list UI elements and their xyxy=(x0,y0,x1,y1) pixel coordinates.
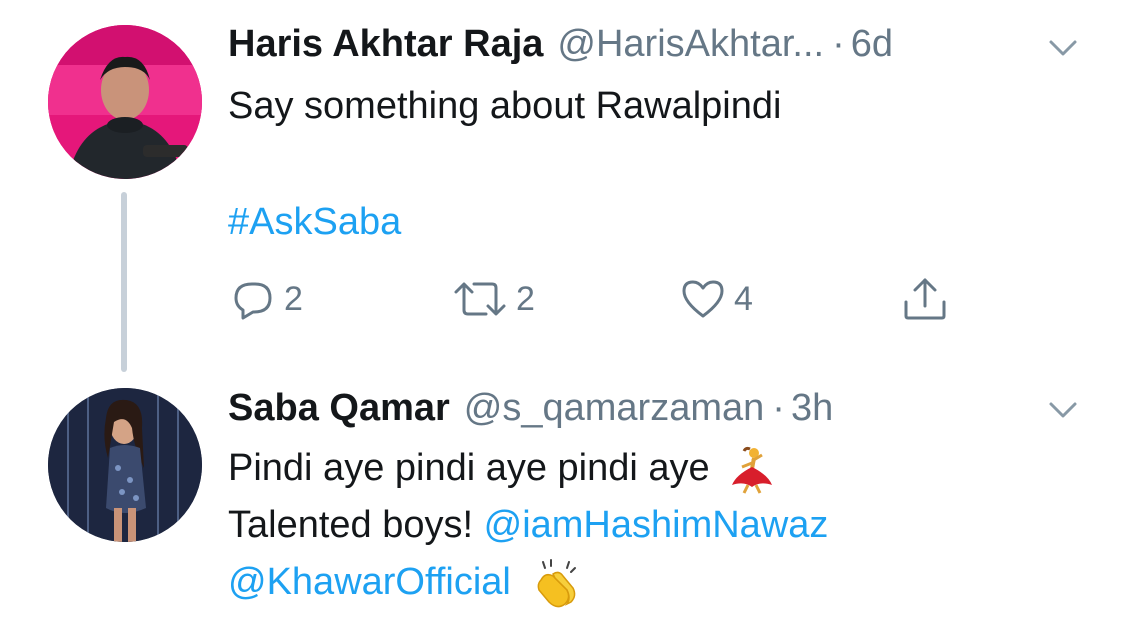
tweet-thread: Haris Akhtar Raja @HarisAkhtar... · 6d S… xyxy=(0,0,1125,619)
tweet-line: Pindi aye pindi aye pindi aye xyxy=(228,440,828,497)
retweet-button[interactable]: 2 xyxy=(450,272,535,326)
tweet-line: @KhawarOfficial xyxy=(228,554,828,611)
tweet-text: Say something about Rawalpindi xyxy=(228,85,782,127)
hashtag-link[interactable]: #AskSaba xyxy=(228,194,401,250)
author-handle[interactable]: @s_qamarzaman xyxy=(464,386,764,430)
author-handle[interactable]: @HarisAkhtar... xyxy=(557,22,824,66)
tweet-header: Saba Qamar @s_qamarzaman · 3h xyxy=(228,386,833,430)
separator-dot: · xyxy=(772,387,785,429)
tweet-line-text: Talented boys! xyxy=(228,504,474,546)
tweet-timestamp[interactable]: 3h xyxy=(791,386,833,430)
avatar[interactable] xyxy=(48,25,202,179)
mention-link[interactable]: @KhawarOfficial xyxy=(228,561,511,603)
author-name[interactable]: Haris Akhtar Raja xyxy=(228,22,543,66)
share-button[interactable] xyxy=(900,272,950,326)
dancer-emoji xyxy=(732,446,773,494)
separator-dot: · xyxy=(832,23,845,65)
tweet-actions: 2 2 4 xyxy=(228,272,948,326)
heart-icon xyxy=(682,280,724,318)
tweet-timestamp[interactable]: 6d xyxy=(851,22,893,66)
tweet-text: Pindi aye pindi aye pindi aye Talented b… xyxy=(228,440,828,611)
clapping-hands-emoji xyxy=(538,558,577,608)
tweet-line-text: Pindi aye pindi aye pindi aye xyxy=(228,447,710,489)
reply-button[interactable]: 2 xyxy=(228,272,303,326)
tweet-line: Talented boys! @iamHashimNawaz xyxy=(228,497,828,554)
avatar-photo xyxy=(48,388,202,542)
retweet-count: 2 xyxy=(516,279,535,318)
reply-count: 2 xyxy=(284,279,303,318)
thread-connector-line xyxy=(121,192,127,372)
tweet-header: Haris Akhtar Raja @HarisAkhtar... · 6d xyxy=(228,22,893,66)
like-count: 4 xyxy=(734,279,753,318)
chevron-down-icon[interactable] xyxy=(1046,36,1080,60)
avatar[interactable] xyxy=(48,388,202,542)
avatar-photo xyxy=(48,25,202,179)
author-name[interactable]: Saba Qamar xyxy=(228,386,450,430)
share-icon xyxy=(904,278,946,320)
like-button[interactable]: 4 xyxy=(678,272,753,326)
retweet-icon xyxy=(454,282,506,316)
reply-icon xyxy=(234,282,272,320)
chevron-down-icon[interactable] xyxy=(1046,398,1080,422)
mention-link[interactable]: @iamHashimNawaz xyxy=(484,504,829,546)
